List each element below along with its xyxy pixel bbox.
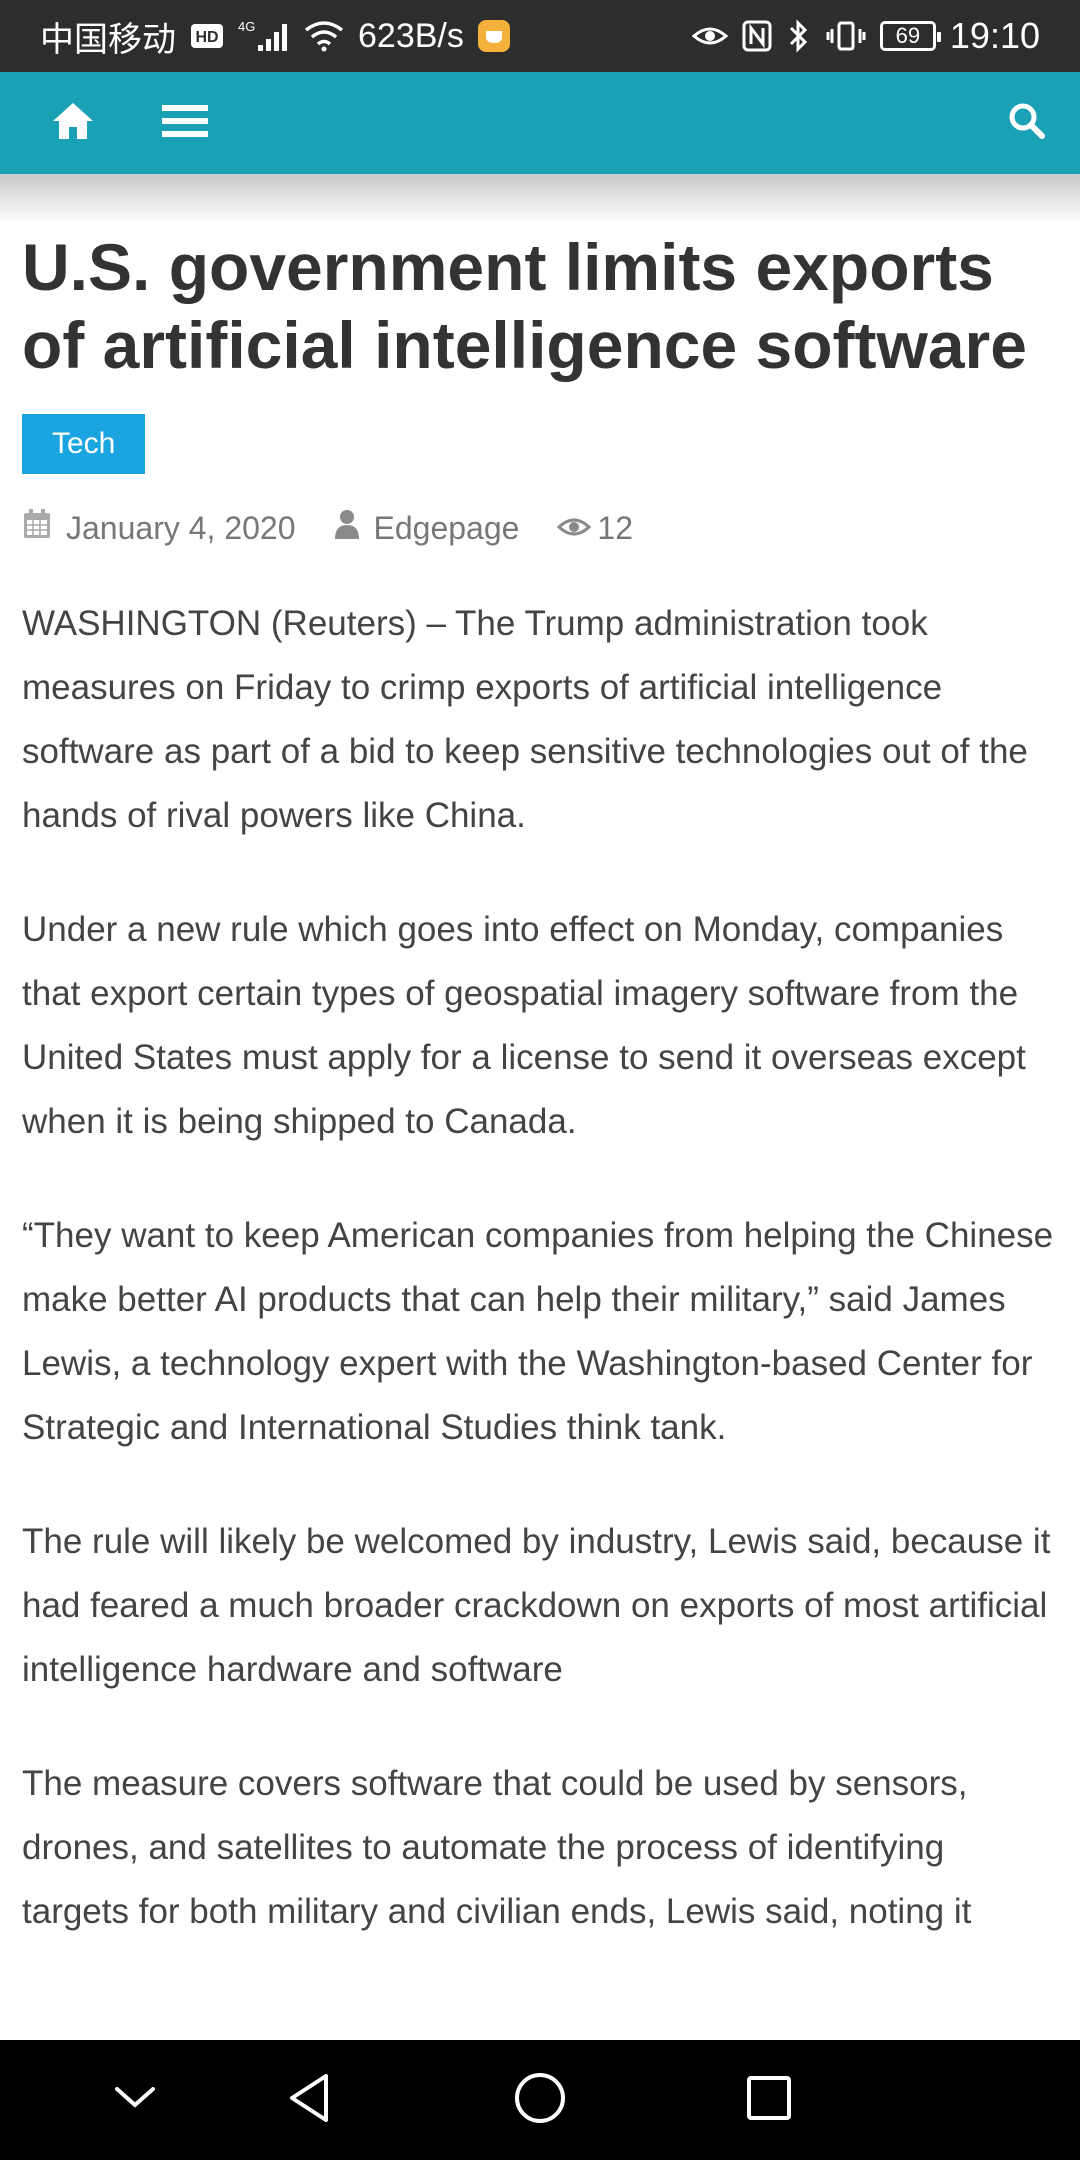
- chevron-down-icon: [113, 2085, 157, 2116]
- battery-indicator: 69: [879, 21, 941, 51]
- hide-nav-button[interactable]: [90, 2040, 180, 2160]
- svg-text:4G: 4G: [238, 19, 255, 34]
- article-title: U.S. government limits exports of artifi…: [22, 230, 1027, 382]
- calendar-icon: [22, 508, 52, 548]
- nav-shadow: [0, 174, 1080, 224]
- vibrate-icon: [826, 20, 866, 52]
- status-bar-right: 69 19:10: [691, 15, 1040, 57]
- article: U.S. government limits exports of artifi…: [22, 228, 1058, 1994]
- home-button[interactable]: [40, 72, 106, 174]
- signal-icon: 4G: [238, 19, 290, 53]
- meta-author[interactable]: Edgepage: [334, 508, 520, 548]
- status-bar: 中国移动 HD 4G 623B/s 69 19:10: [0, 0, 1080, 72]
- back-icon: [286, 2072, 332, 2129]
- article-meta: January 4, 2020 Edgepage 12: [22, 504, 1058, 552]
- view-count: 12: [597, 509, 634, 546]
- search-button[interactable]: [994, 72, 1060, 174]
- paragraph: WASHINGTON (Reuters) – The Trump adminis…: [22, 604, 1028, 835]
- publish-date: January 4, 2020: [66, 509, 296, 546]
- system-nav-bar: [0, 2040, 1080, 2160]
- meta-views: 12: [557, 510, 633, 547]
- paragraph: The measure covers software that could b…: [22, 1764, 972, 1931]
- paragraph: The rule will likely be welcomed by indu…: [22, 1522, 1051, 1689]
- recent-apps-icon: [745, 2074, 793, 2127]
- carrier-label: 中国移动: [40, 20, 176, 59]
- recent-apps-button[interactable]: [724, 2040, 814, 2160]
- home-nav-button[interactable]: [495, 2040, 585, 2160]
- clock: 19:10: [949, 15, 1040, 56]
- search-icon: [1009, 103, 1045, 144]
- network-speed: 623B/s: [358, 16, 464, 55]
- eye-icon: [557, 510, 592, 547]
- eye-comfort-icon: [691, 22, 728, 50]
- menu-button[interactable]: [152, 72, 218, 174]
- category-tag[interactable]: Tech: [22, 414, 146, 474]
- battery-level: 69: [895, 23, 921, 48]
- nfc-icon: [742, 20, 772, 52]
- meta-date: January 4, 2020: [22, 508, 296, 548]
- svg-text:HD: HD: [195, 29, 218, 46]
- author-name: Edgepage: [373, 509, 520, 546]
- menu-icon: [162, 103, 208, 144]
- user-icon: [334, 508, 360, 548]
- back-button[interactable]: [264, 2040, 354, 2160]
- hd-icon: HD: [190, 23, 224, 49]
- status-bar-left: 中国移动 HD 4G 623B/s: [40, 12, 510, 61]
- top-nav-bar: [0, 72, 1080, 174]
- notification-app-icon: [477, 20, 510, 52]
- home-icon: [51, 101, 95, 146]
- paragraph: Under a new rule which goes into effect …: [22, 910, 1026, 1141]
- bluetooth-icon: [786, 19, 812, 53]
- wifi-icon: [304, 20, 344, 52]
- paragraph: “They want to keep American companies fr…: [22, 1216, 1054, 1447]
- article-body: WASHINGTON (Reuters) – The Trump adminis…: [22, 592, 1058, 1944]
- home-circle-icon: [513, 2071, 567, 2130]
